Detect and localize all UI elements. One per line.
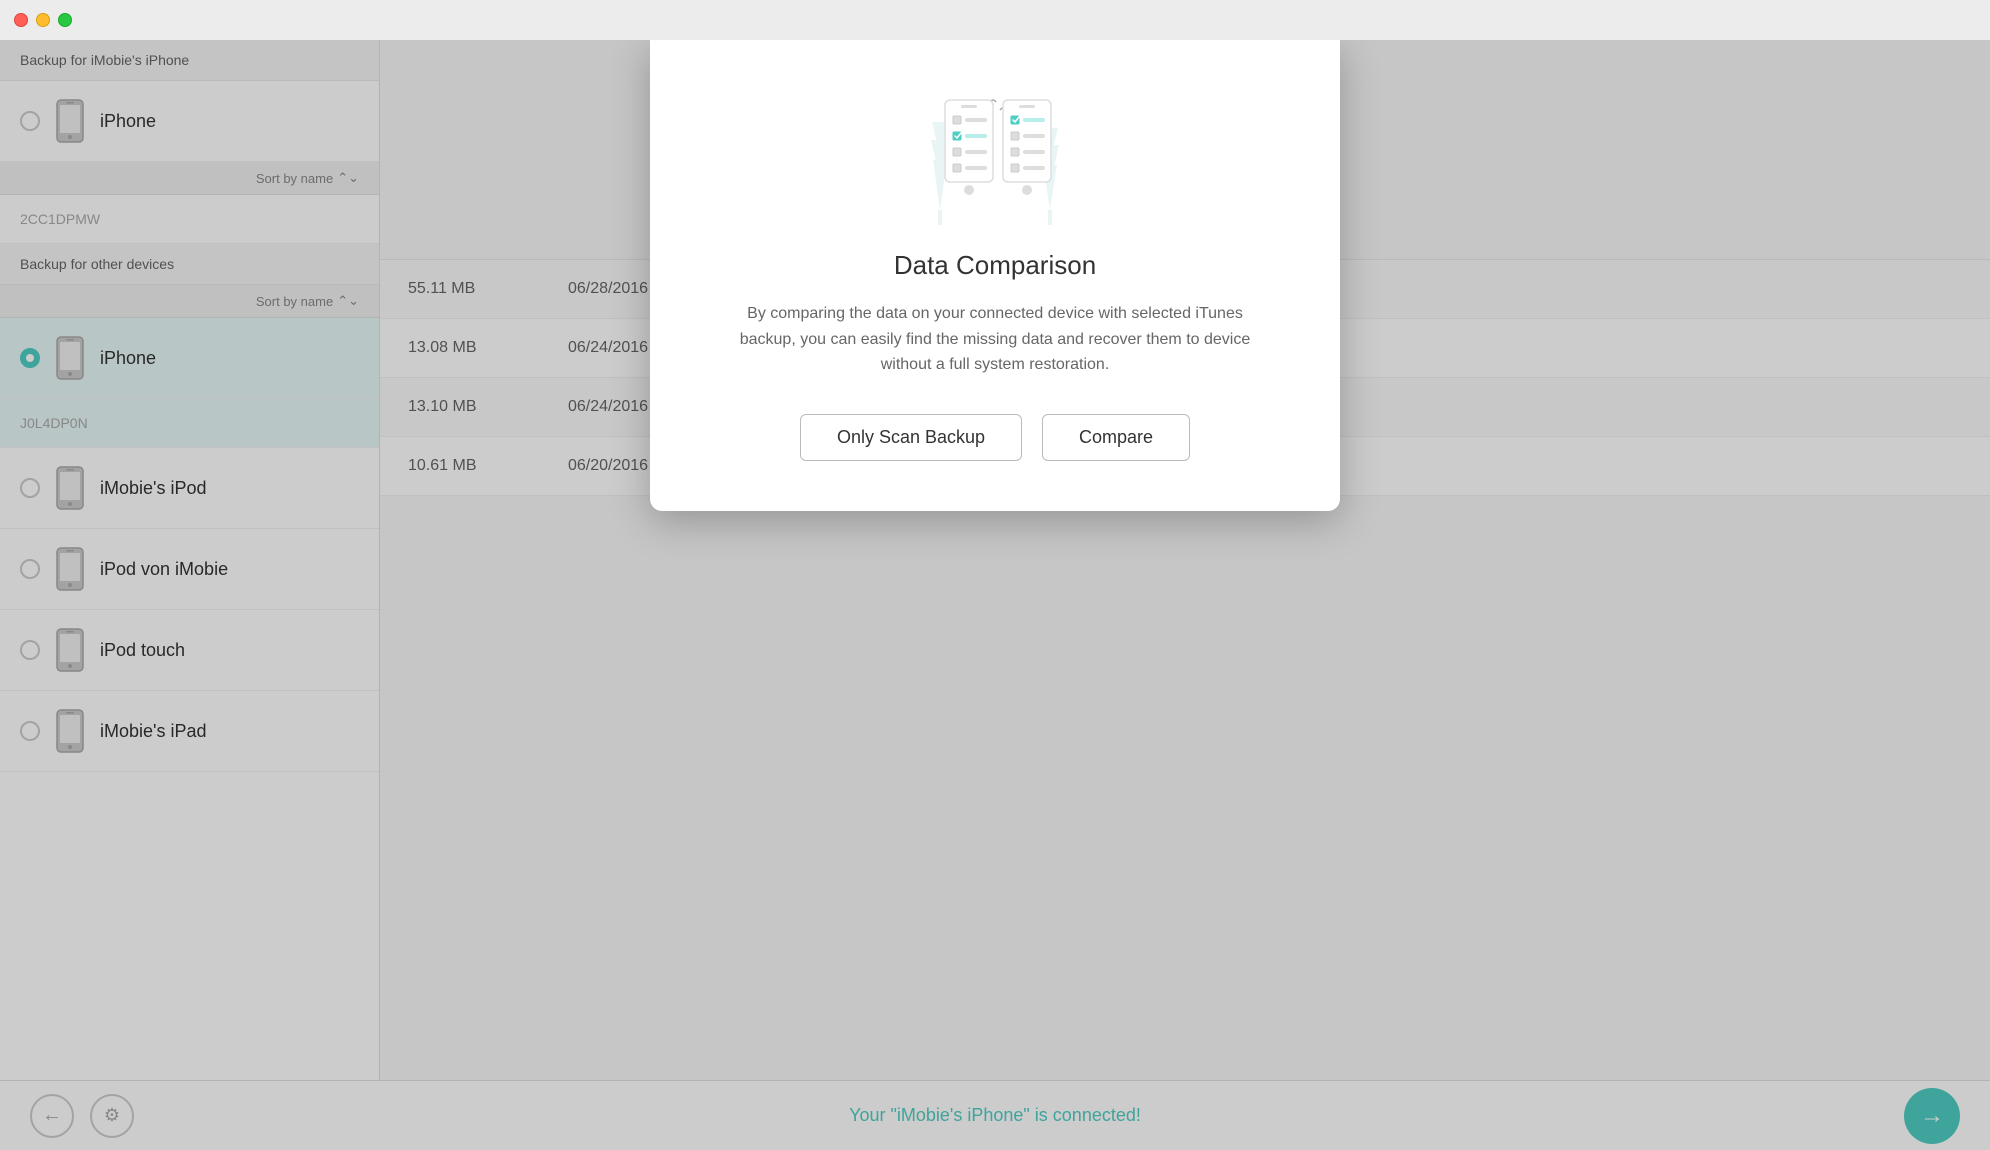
modal-illustration xyxy=(885,80,1105,240)
modal-buttons: Only Scan Backup Compare xyxy=(800,414,1190,461)
modal-overlay: Data Comparison By comparing the data on… xyxy=(0,40,1990,1150)
compare-button[interactable]: Compare xyxy=(1042,414,1190,461)
illustration-svg xyxy=(885,80,1105,240)
close-button[interactable] xyxy=(14,13,28,27)
title-bar xyxy=(0,0,1990,40)
modal-title: Data Comparison xyxy=(894,250,1096,281)
data-comparison-modal: Data Comparison By comparing the data on… xyxy=(650,40,1340,511)
only-scan-backup-button[interactable]: Only Scan Backup xyxy=(800,414,1022,461)
minimize-button[interactable] xyxy=(36,13,50,27)
modal-description: By comparing the data on your connected … xyxy=(735,301,1255,378)
maximize-button[interactable] xyxy=(58,13,72,27)
main-content: If your backup folder is not listed, ple… xyxy=(0,40,1990,1150)
